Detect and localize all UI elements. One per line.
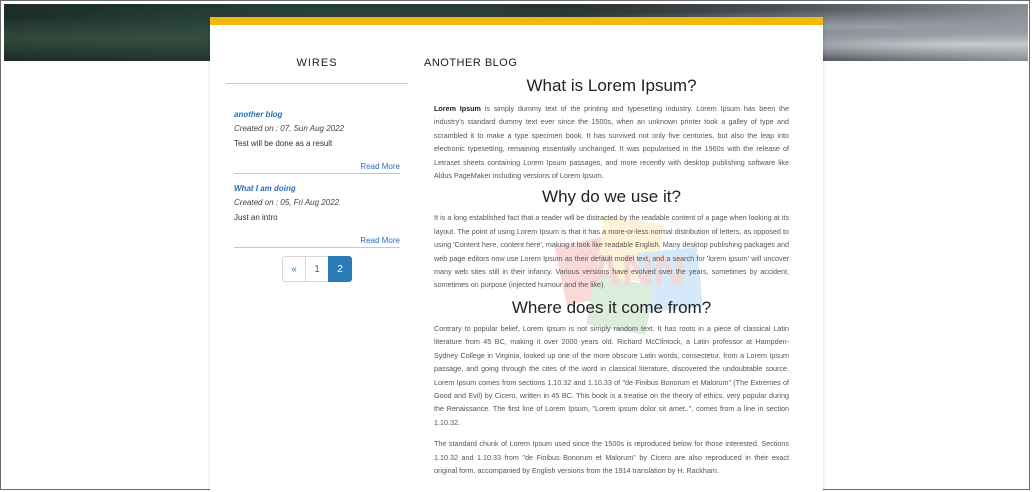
lead-bold-text: Lorem Ipsum bbox=[434, 104, 481, 113]
section-heading: What is Lorem Ipsum? bbox=[526, 76, 697, 95]
pagination-page-1[interactable]: 1 bbox=[305, 256, 329, 282]
pagination-prev-button[interactable]: « bbox=[282, 256, 306, 282]
post-excerpt: Just an intro bbox=[234, 213, 278, 222]
post-excerpt: Test will be done as a result bbox=[234, 139, 333, 148]
sidebar: WIRES another blog Created on : 07, Sun … bbox=[226, 25, 408, 282]
post-item: What I am doing Created on : 05, Fri Aug… bbox=[226, 184, 408, 248]
section-heading: Why do we use it? bbox=[542, 187, 681, 207]
paragraph-text: is simply dummy text of the printing and… bbox=[434, 104, 789, 181]
main-content: ANOTHER BLOG What is Lorem Ipsum? Lorem … bbox=[424, 25, 799, 477]
section-paragraph: It is a long established fact that a rea… bbox=[434, 213, 789, 290]
content-card: ANN WIRES another blog Created on : 07, … bbox=[210, 17, 823, 492]
sidebar-title: WIRES bbox=[226, 57, 408, 84]
post-date: Created on : 05, Fri Aug 2022 bbox=[234, 198, 340, 207]
post-item: another blog Created on : 07, Sun Aug 20… bbox=[226, 110, 408, 174]
section-paragraph: Contrary to popular belief, Lorem Ipsum … bbox=[434, 323, 789, 427]
section-paragraph: The standard chunk of Lorem Ipsum used s… bbox=[434, 439, 789, 475]
page-title: ANOTHER BLOG bbox=[424, 57, 518, 69]
post-date: Created on : 07, Sun Aug 2022 bbox=[234, 124, 345, 133]
post-title-link[interactable]: What I am doing bbox=[234, 184, 400, 193]
pagination: « 1 2 bbox=[226, 256, 408, 282]
read-more-link[interactable]: Read More bbox=[234, 162, 400, 174]
post-list: another blog Created on : 07, Sun Aug 20… bbox=[226, 110, 408, 248]
section-heading: Where does it come from? bbox=[511, 297, 712, 317]
post-title-link[interactable]: another blog bbox=[234, 110, 400, 119]
pagination-page-2[interactable]: 2 bbox=[328, 256, 352, 282]
section-paragraph: Lorem Ipsum is simply dummy text of the … bbox=[424, 102, 799, 182]
read-more-link[interactable]: Read More bbox=[234, 236, 400, 248]
